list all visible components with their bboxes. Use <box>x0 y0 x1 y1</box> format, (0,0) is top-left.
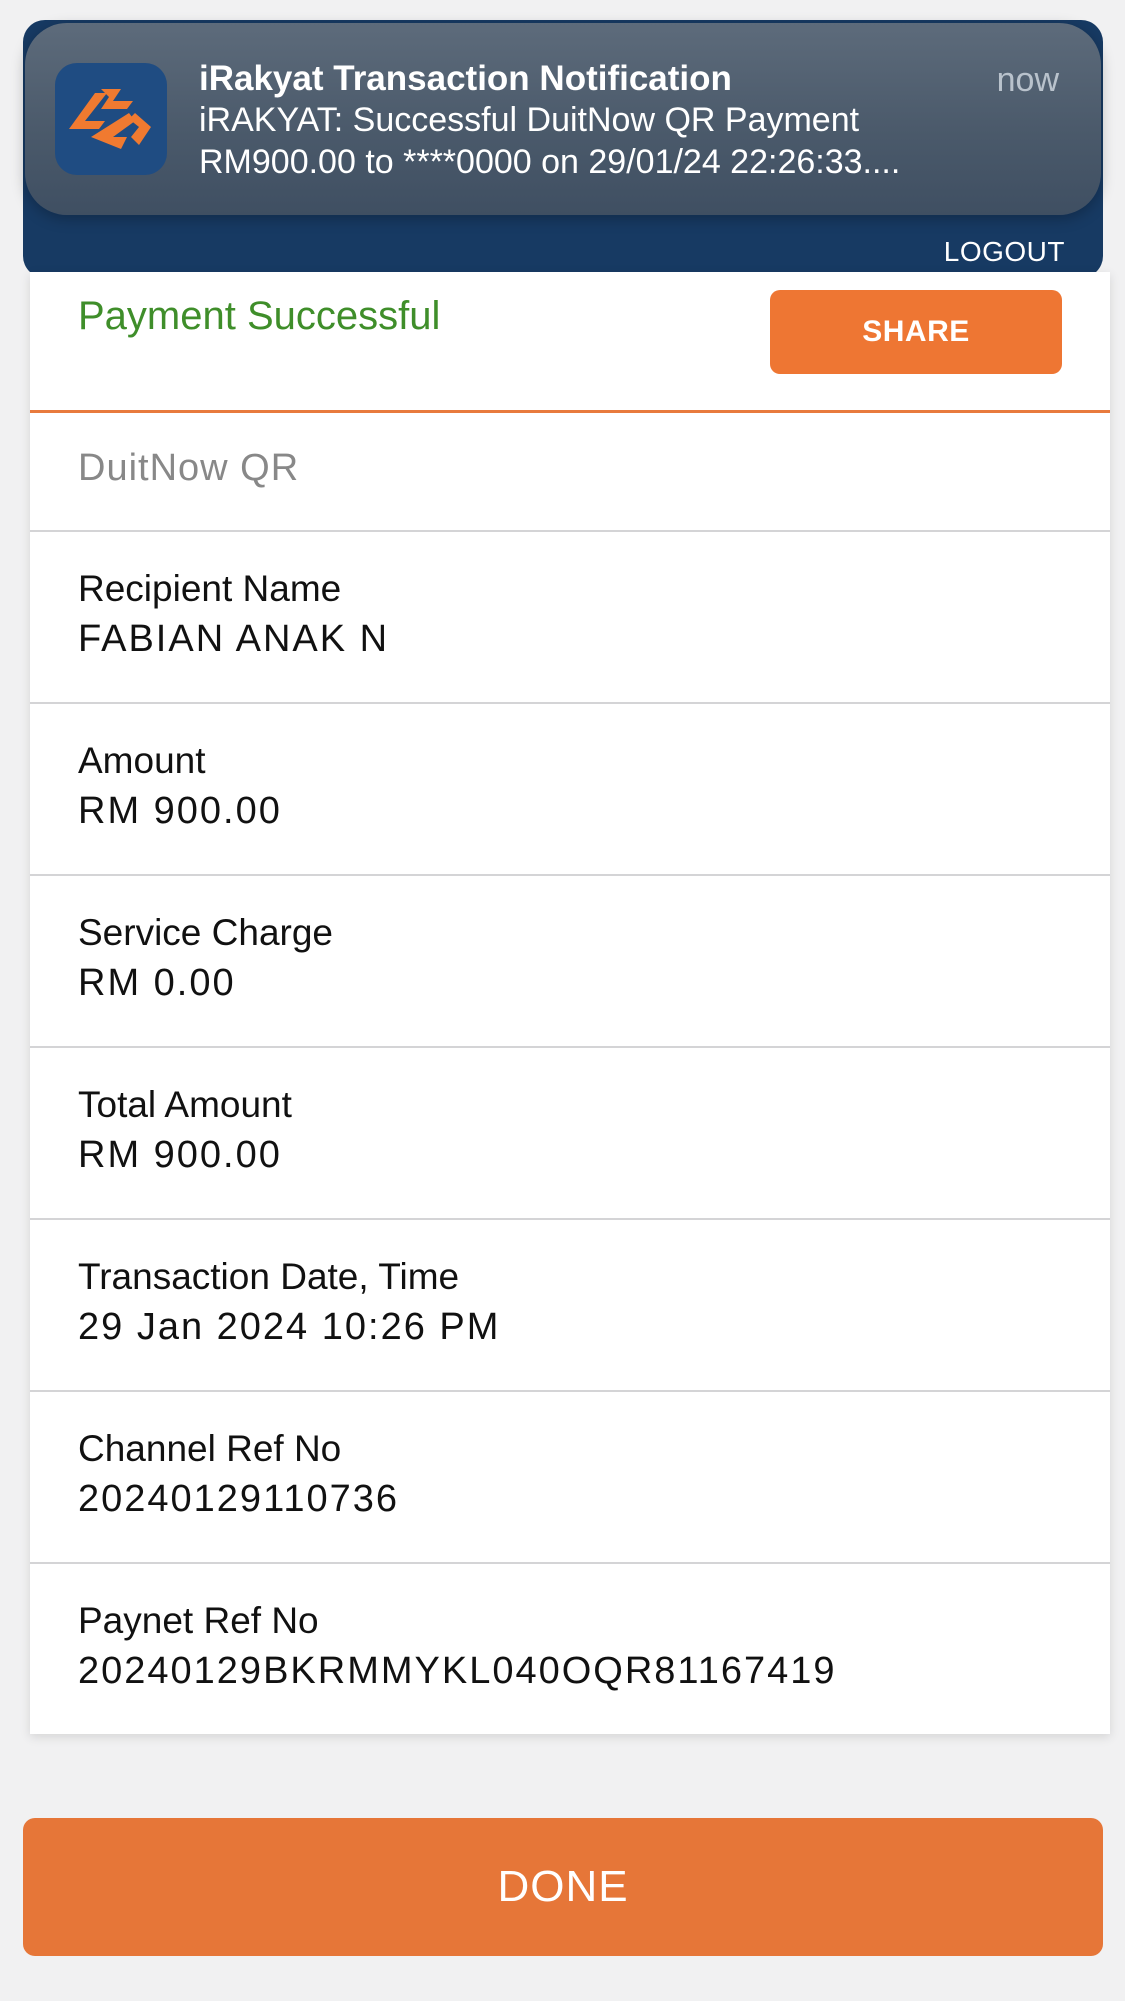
detail-row-paynet-ref: Paynet Ref No 20240129BKRMMYKL040OQR8116… <box>30 1564 1110 1734</box>
detail-row-total-amount: Total Amount RM 900.00 <box>30 1048 1110 1220</box>
detail-row-amount: Amount RM 900.00 <box>30 704 1110 876</box>
payment-method-label: DuitNow QR <box>78 447 300 489</box>
detail-label: Paynet Ref No <box>78 1600 319 1641</box>
share-button[interactable]: SHARE <box>770 290 1062 374</box>
done-button[interactable]: DONE <box>23 1818 1103 1956</box>
irakyat-logo-icon <box>55 63 167 175</box>
detail-value: FABIAN ANAK N <box>78 618 390 660</box>
detail-value: 20240129110736 <box>78 1478 400 1520</box>
detail-label: Service Charge <box>78 912 334 953</box>
detail-label: Transaction Date, Time <box>78 1256 460 1297</box>
detail-row-recipient-name: Recipient Name FABIAN ANAK N <box>30 532 1110 704</box>
push-notification[interactable]: iRakyat Transaction Notification now iRA… <box>25 23 1101 215</box>
receipt-card: Payment Successful SHARE DuitNow QR Reci… <box>30 272 1110 1734</box>
receipt-header: Payment Successful SHARE <box>30 272 1110 413</box>
detail-label: Recipient Name <box>78 568 342 609</box>
notification-message-line1: iRAKYAT: Successful DuitNow QR Payment <box>199 101 860 139</box>
detail-row-transaction-date: Transaction Date, Time 29 Jan 2024 10:26… <box>30 1220 1110 1392</box>
payment-method: DuitNow QR <box>30 413 1110 532</box>
detail-label: Channel Ref No <box>78 1428 342 1469</box>
notification-time: now <box>996 61 1059 99</box>
detail-label: Amount <box>78 740 206 781</box>
notification-title: iRakyat Transaction Notification <box>199 59 732 98</box>
logout-link[interactable]: LOGOUT <box>944 236 1065 268</box>
detail-value: 20240129BKRMMYKL040OQR81167419 <box>78 1650 837 1692</box>
detail-value: RM 0.00 <box>78 962 236 1004</box>
detail-value: RM 900.00 <box>78 790 282 832</box>
payment-status: Payment Successful <box>78 294 441 338</box>
detail-row-channel-ref: Channel Ref No 20240129110736 <box>30 1392 1110 1564</box>
detail-label: Total Amount <box>78 1084 292 1125</box>
detail-value: RM 900.00 <box>78 1134 282 1176</box>
notification-message-line2: RM900.00 to ****0000 on 29/01/24 22:26:3… <box>199 143 901 181</box>
detail-row-service-charge: Service Charge RM 0.00 <box>30 876 1110 1048</box>
detail-value: 29 Jan 2024 10:26 PM <box>78 1306 501 1348</box>
